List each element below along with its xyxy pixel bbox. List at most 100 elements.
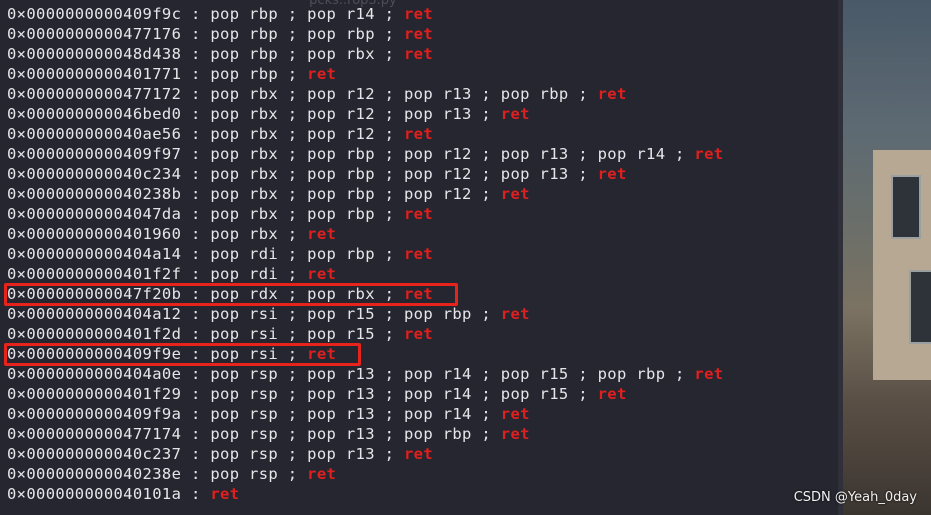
gadget-address: 0×0000000000404a0e xyxy=(7,365,182,383)
gadget-instructions: pop rbx ; pop rbp ; pop r12 ; pop r13 ; … xyxy=(210,145,695,163)
background-photo xyxy=(843,0,931,515)
gadget-ret: ret xyxy=(403,445,434,463)
gadget-address: 0×000000000040ae56 xyxy=(7,125,182,143)
gadget-separator: : xyxy=(181,385,211,403)
gadget-address: 0×000000000040c234 xyxy=(7,165,182,183)
gadget-instructions: pop rsp ; xyxy=(210,465,308,483)
gadget-instructions: pop rsi ; pop r15 ; pop rbp ; xyxy=(210,305,501,323)
gadget-separator: : xyxy=(181,425,211,443)
gadget-separator: : xyxy=(181,145,211,163)
gadget-ret: ret xyxy=(403,45,434,63)
gadget-ret: ret xyxy=(307,265,337,283)
gadget-address: 0×0000000000401960 xyxy=(7,225,182,243)
terminal-scrollbar[interactable] xyxy=(838,0,843,515)
gadget-ret: ret xyxy=(307,225,337,243)
gadget-instructions: pop rbx ; pop r12 ; pop r13 ; xyxy=(210,105,501,123)
gadget-instructions: pop rdi ; xyxy=(210,265,308,283)
gadget-address: 0×000000000040238e xyxy=(7,465,182,483)
gadget-line: 0×000000000040238b : pop rbx ; pop rbp ;… xyxy=(7,184,723,204)
gadget-ret: ret xyxy=(210,485,240,503)
gadget-instructions: pop rbp ; xyxy=(210,65,308,83)
gadget-line: 0×0000000000477176 : pop rbp ; pop rbp ;… xyxy=(7,24,723,44)
terminal-window[interactable]: pcks..rop3.py 0×0000000000409f9c : pop r… xyxy=(0,0,843,515)
building-window xyxy=(891,175,921,239)
gadget-separator: : xyxy=(181,365,211,383)
gadget-line: 0×000000000040c234 : pop rbx ; pop rbp ;… xyxy=(7,164,723,184)
gadget-separator: : xyxy=(181,25,211,43)
gadget-line: 0×000000000046bed0 : pop rbx ; pop r12 ;… xyxy=(7,104,723,124)
gadget-address: 0×000000000040c237 xyxy=(7,445,182,463)
gadget-instructions: pop rbp ; pop rbp ; xyxy=(210,25,404,43)
gadget-instructions: pop rdi ; pop rbp ; xyxy=(210,245,404,263)
gadget-ret: ret xyxy=(307,465,337,483)
gadget-separator: : xyxy=(181,325,211,343)
gadget-instructions: pop rbx ; xyxy=(210,225,308,243)
gadget-ret: ret xyxy=(403,325,434,343)
gadget-instructions: pop rbx ; pop r12 ; pop r13 ; pop rbp ; xyxy=(210,85,598,103)
gadget-line: 0×0000000000409f9a : pop rsp ; pop r13 ;… xyxy=(7,404,723,424)
building-window xyxy=(909,270,931,344)
gadget-line: 0×0000000000401f29 : pop rsp ; pop r13 ;… xyxy=(7,384,723,404)
gadget-separator: : xyxy=(181,85,211,103)
gadget-line: 0×0000000000404a12 : pop rsi ; pop r15 ;… xyxy=(7,304,723,324)
gadget-line: 0×0000000000404a14 : pop rdi ; pop rbp ;… xyxy=(7,244,723,264)
screenshot: pcks..rop3.py 0×0000000000409f9c : pop r… xyxy=(0,0,931,515)
gadget-address: 0×0000000000401f2f xyxy=(7,265,182,283)
gadget-line: 0×0000000000401960 : pop rbx ; ret xyxy=(7,224,723,244)
gadget-ret: ret xyxy=(500,405,530,423)
gadget-separator: : xyxy=(181,225,211,243)
gadget-instructions: pop rsp ; pop r13 ; pop r14 ; pop r15 ; … xyxy=(210,365,695,383)
gadget-address: 0×0000000000409f9c xyxy=(7,5,182,23)
gadget-separator: : xyxy=(181,105,211,123)
gadget-instructions: pop rsp ; pop r13 ; xyxy=(210,445,404,463)
gadget-ret: ret xyxy=(500,105,530,123)
terminal-output: 0×0000000000409f9c : pop rbp ; pop r14 ;… xyxy=(7,4,723,504)
gadget-line: 0×00000000004047da : pop rbx ; pop rbp ;… xyxy=(7,204,723,224)
gadget-address: 0×0000000000401f2d xyxy=(7,325,182,343)
gadget-instructions: pop rbx ; pop rbp ; pop r12 ; xyxy=(210,185,501,203)
gadget-address: 0×0000000000404a14 xyxy=(7,245,182,263)
gadget-ret: ret xyxy=(597,165,627,183)
gadget-address: 0×0000000000404a12 xyxy=(7,305,182,323)
highlight-box xyxy=(4,283,459,306)
gadget-line: 0×0000000000477172 : pop rbx ; pop r12 ;… xyxy=(7,84,723,104)
gadget-separator: : xyxy=(181,305,211,323)
gadget-line: 0×0000000000401771 : pop rbp ; ret xyxy=(7,64,723,84)
gadget-address: 0×000000000040238b xyxy=(7,185,182,203)
gadget-line: 0×0000000000409f97 : pop rbx ; pop rbp ;… xyxy=(7,144,723,164)
gadget-instructions: pop rbp ; pop r14 ; xyxy=(210,5,404,23)
gadget-separator: : xyxy=(181,125,211,143)
gadget-address: 0×000000000048d438 xyxy=(7,45,182,63)
gadget-line: 0×0000000000401f2f : pop rdi ; ret xyxy=(7,264,723,284)
gadget-separator: : xyxy=(181,65,211,83)
gadget-separator: : xyxy=(181,245,211,263)
gadget-instructions: pop rbx ; pop rbp ; xyxy=(210,205,404,223)
highlight-box xyxy=(4,343,362,366)
gadget-ret: ret xyxy=(597,385,627,403)
gadget-separator: : xyxy=(181,265,211,283)
gadget-line: 0×000000000040ae56 : pop rbx ; pop r12 ;… xyxy=(7,124,723,144)
gadget-separator: : xyxy=(181,465,211,483)
gadget-instructions: pop rsi ; pop r15 ; xyxy=(210,325,404,343)
gadget-instructions: pop rsp ; pop r13 ; pop rbp ; xyxy=(210,425,501,443)
gadget-separator: : xyxy=(181,45,211,63)
gadget-address: 0×0000000000401771 xyxy=(7,65,182,83)
gadget-line: 0×000000000040101a : ret xyxy=(7,484,723,504)
gadget-ret: ret xyxy=(403,25,434,43)
gadget-instructions: pop rbp ; pop rbx ; xyxy=(210,45,404,63)
gadget-ret: ret xyxy=(403,125,434,143)
gadget-address: 0×00000000004047da xyxy=(7,205,182,223)
gadget-ret: ret xyxy=(694,145,724,163)
gadget-line: 0×000000000040238e : pop rsp ; ret xyxy=(7,464,723,484)
gadget-line: 0×0000000000409f9c : pop rbp ; pop r14 ;… xyxy=(7,4,723,24)
gadget-address: 0×0000000000477176 xyxy=(7,25,182,43)
gadget-address: 0×000000000040101a xyxy=(7,485,182,503)
gadget-ret: ret xyxy=(500,425,530,443)
gadget-address: 0×0000000000477172 xyxy=(7,85,182,103)
gadget-ret: ret xyxy=(597,85,627,103)
gadget-address: 0×0000000000409f97 xyxy=(7,145,182,163)
gadget-ret: ret xyxy=(500,305,530,323)
gadget-separator: : xyxy=(181,405,211,423)
gadget-separator: : xyxy=(181,185,211,203)
gadget-separator: : xyxy=(181,485,211,503)
